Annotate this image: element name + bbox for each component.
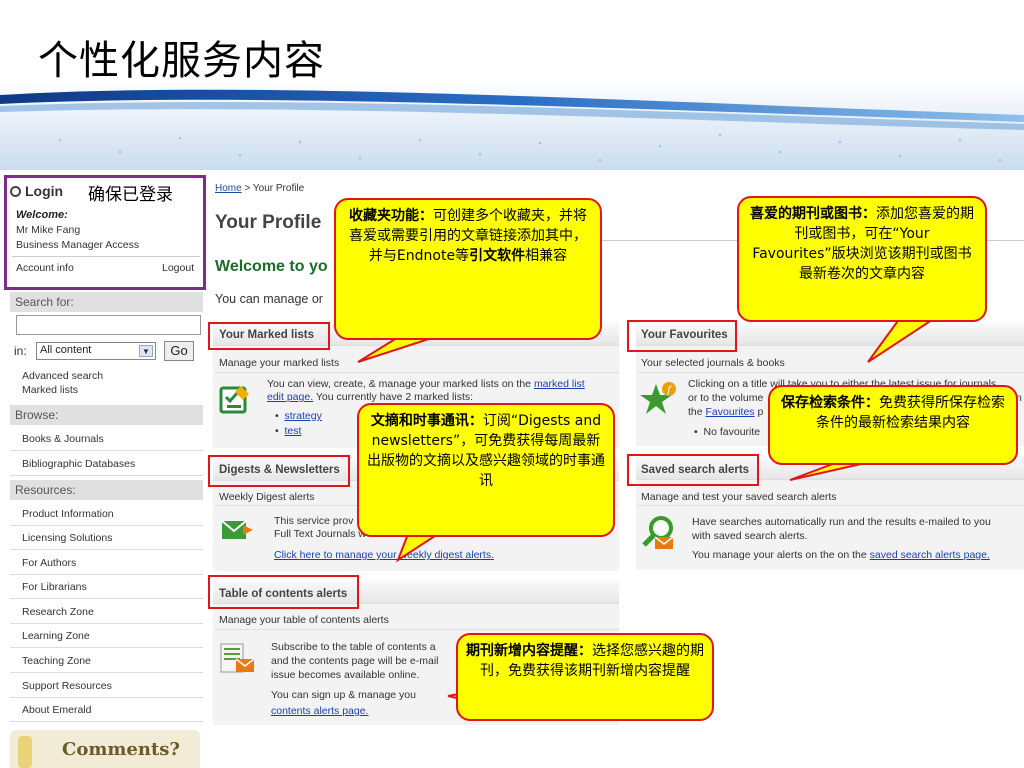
callout-digests: 文摘和时事通讯：订阅“Digests and newsletters”，可免费获… [357,403,615,537]
callout-bold: 文摘和时事通讯： [370,413,483,429]
callout-text: 相兼容 [525,248,568,264]
callout-favorites-folder: 收藏夹功能：可创建多个收藏夹，并将喜爱或需要引用的文章链接添加其中，并与Endn… [334,198,602,340]
callout-bold: 保存检索条件： [781,395,879,411]
callout-tail [867,317,939,363]
callout-bold: 收藏夹功能： [349,208,433,224]
callout-bold: 期刊新增内容提醒： [466,643,592,659]
callout-toc: 期刊新增内容提醒：选择您感兴趣的期刊，免费获得该期刊新增内容提醒 [456,633,714,721]
callout-tail [395,533,442,563]
callout-bold: 引文软件 [469,248,526,264]
callout-bold: 喜爱的期刊或图书： [750,206,876,222]
callout-saved-search: 保存检索条件：免费获得所保存检索条件的最新检索结果内容 [768,385,1018,465]
callout-favourite-journals: 喜爱的期刊或图书：添加您喜爱的期刊或图书，可在“Your Favourites”… [737,196,987,322]
